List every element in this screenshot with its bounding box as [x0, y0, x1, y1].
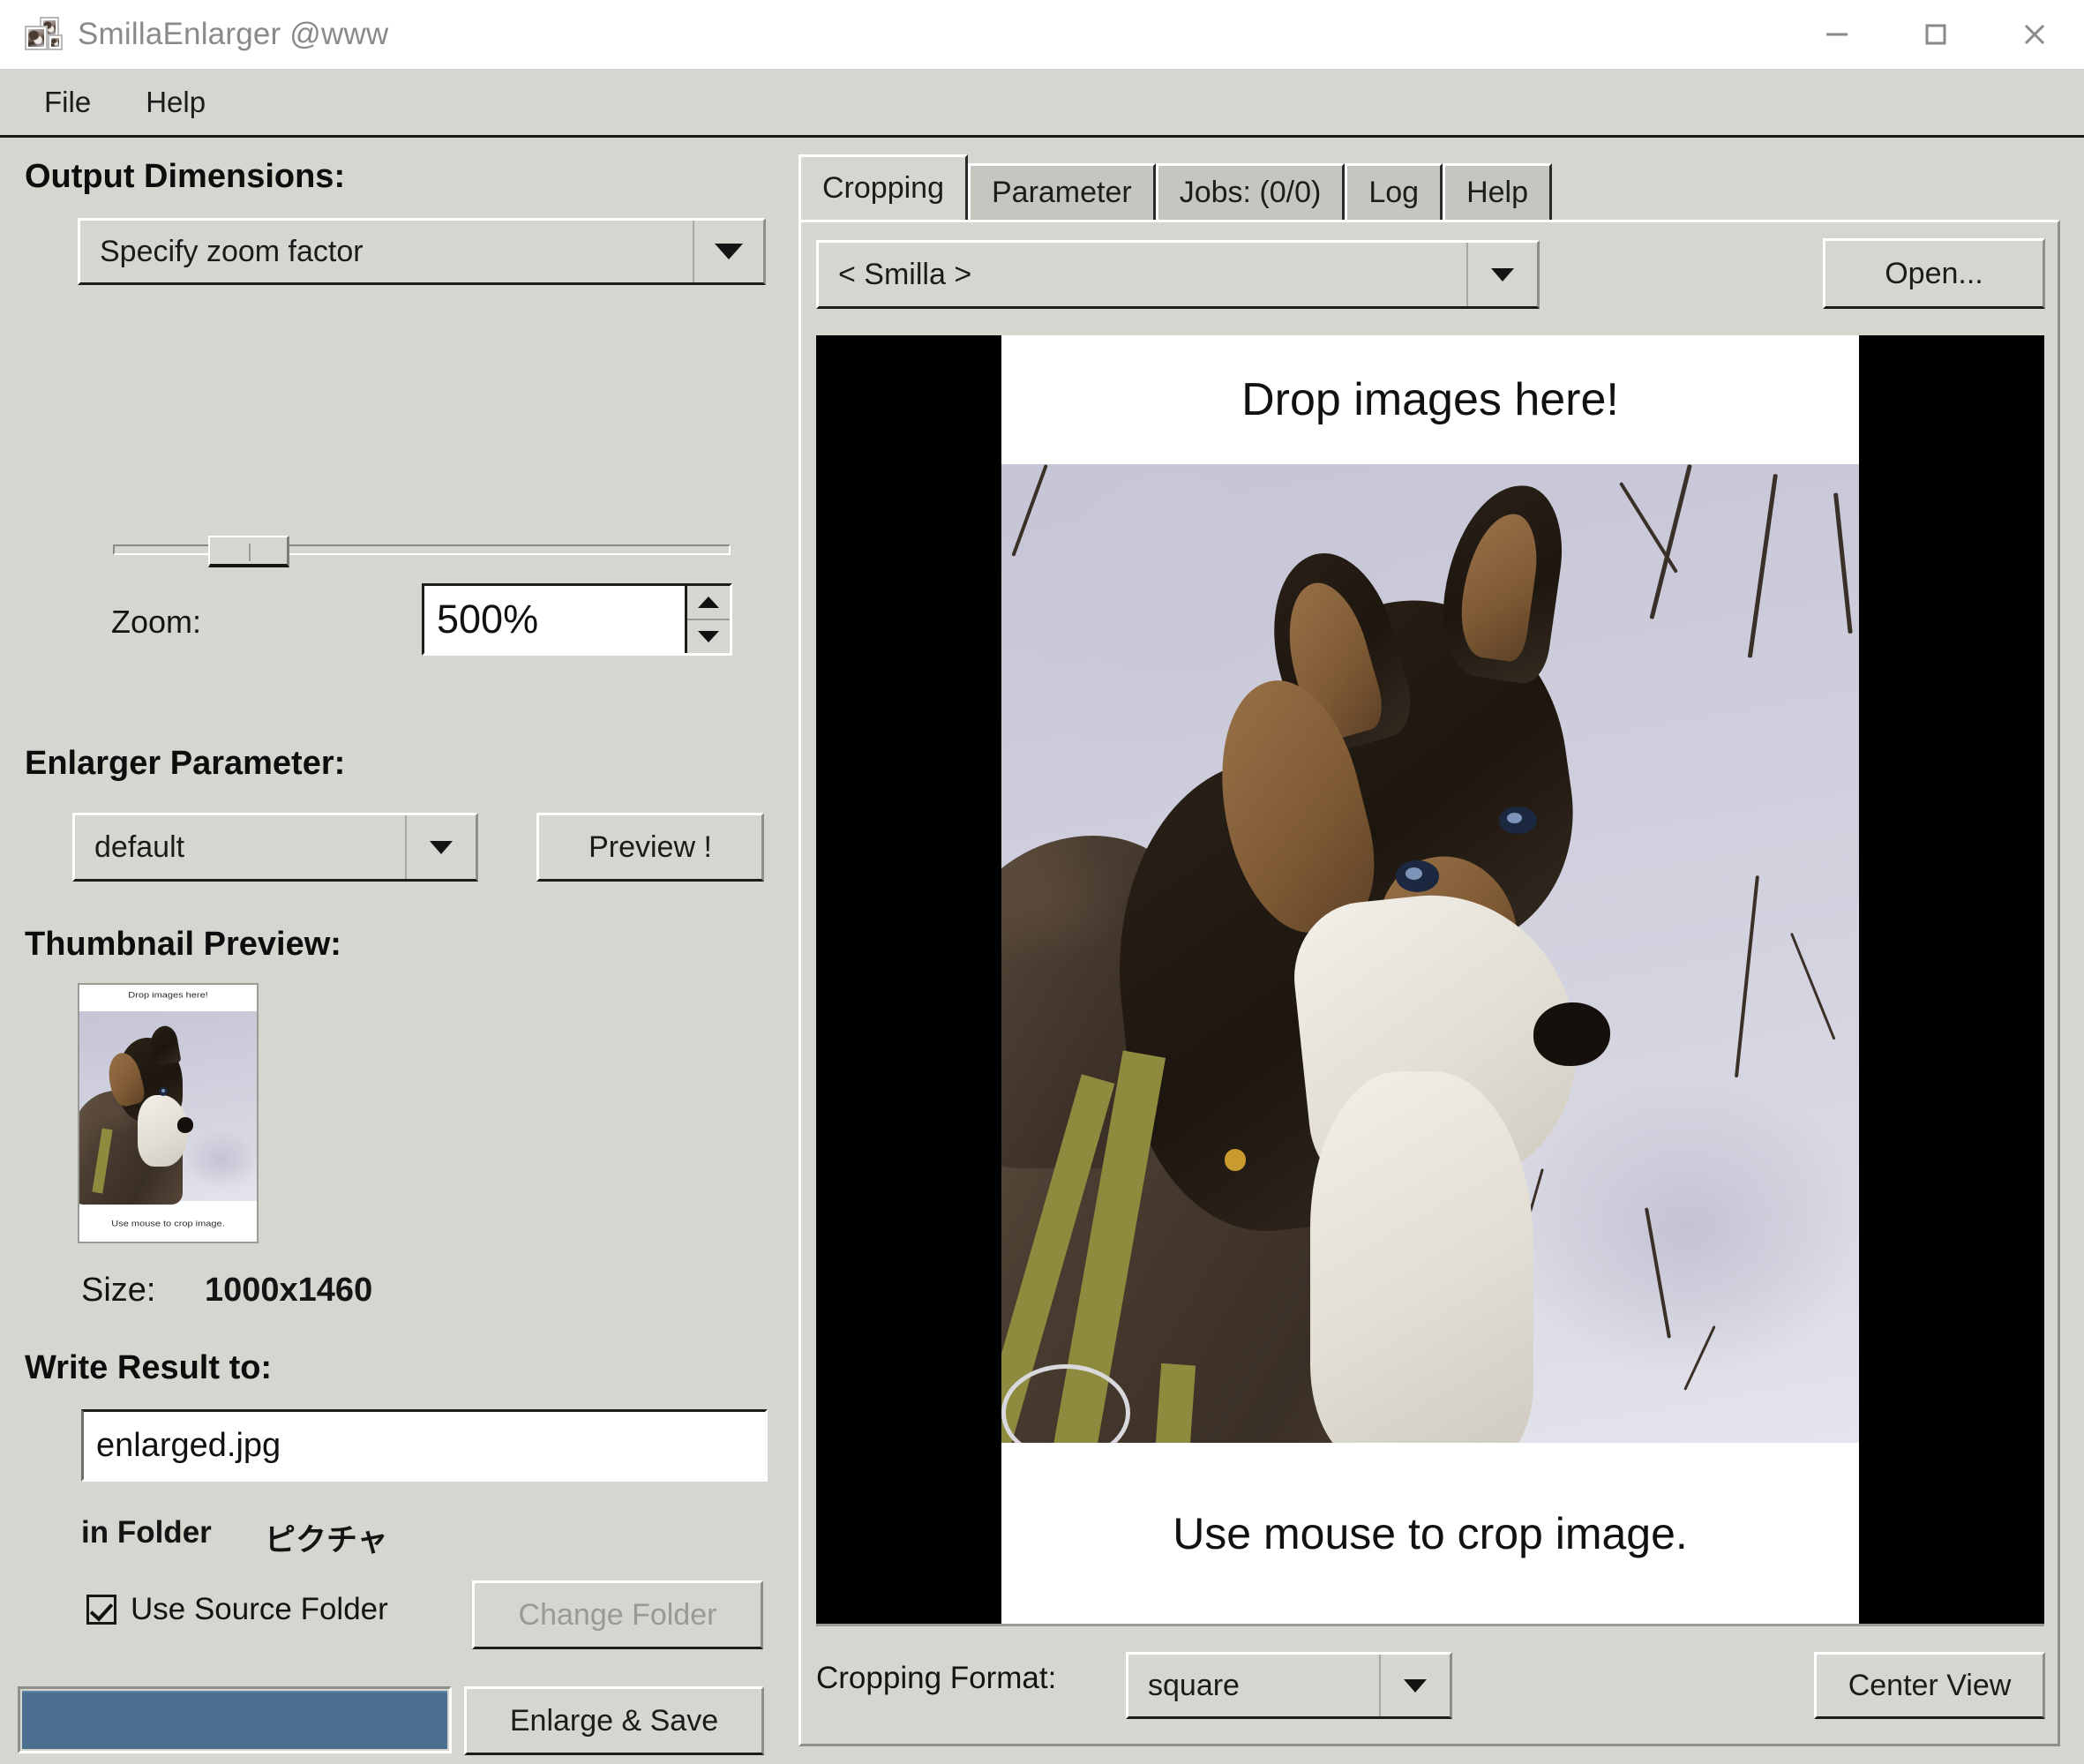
- menu-bar: File Help: [0, 69, 2084, 138]
- close-icon[interactable]: [1985, 0, 2084, 69]
- drop-images-caption: Drop images here!: [1001, 335, 1859, 464]
- cropping-format-combo[interactable]: square: [1126, 1652, 1452, 1719]
- use-source-folder-checkbox[interactable]: Use Source Folder: [86, 1592, 388, 1627]
- thumbnail-bottom-caption: Use mouse to crop image.: [111, 1220, 225, 1228]
- husky-photo: [1001, 464, 1859, 1443]
- enlarger-preset-value: default: [94, 829, 185, 864]
- crop-image-viewer[interactable]: Drop images here! Use mouse to crop imag…: [816, 335, 2044, 1626]
- progress-bar: [18, 1686, 452, 1753]
- zoom-spinbox[interactable]: 500%: [422, 583, 732, 656]
- image-canvas[interactable]: Drop images here! Use mouse to crop imag…: [1001, 335, 1859, 1624]
- open-button[interactable]: Open...: [1823, 238, 2045, 309]
- title-bar: SmillaEnlarger @www: [0, 0, 2084, 69]
- chevron-down-icon: [405, 815, 476, 879]
- thumbnail-photo: [79, 1011, 257, 1205]
- output-size-label: Size:: [81, 1272, 156, 1309]
- change-folder-button[interactable]: Change Folder: [472, 1580, 763, 1649]
- main-body: Output Dimensions: Specify zoom factor Z…: [0, 140, 2084, 1764]
- tab-bar: Cropping Parameter Jobs: (0/0) Log Help: [798, 154, 1553, 220]
- left-settings-pane: Output Dimensions: Specify zoom factor Z…: [0, 140, 776, 1764]
- window-controls: [1788, 0, 2084, 69]
- thumbnail-top-caption: Drop images here!: [128, 991, 208, 1000]
- maximize-icon[interactable]: [1886, 0, 1985, 69]
- zoom-spin-up-icon[interactable]: [687, 586, 730, 620]
- preview-button[interactable]: Preview !: [536, 813, 764, 882]
- source-image-value: < Smilla >: [838, 257, 972, 291]
- app-photos-stack-icon: [25, 17, 65, 52]
- output-mode-combo[interactable]: Specify zoom factor: [78, 218, 766, 285]
- use-source-folder-label: Use Source Folder: [131, 1592, 388, 1626]
- chevron-down-icon: [693, 221, 763, 282]
- enlarge-and-save-button[interactable]: Enlarge & Save: [464, 1686, 764, 1755]
- enlarger-preset-combo[interactable]: default: [72, 813, 478, 882]
- thumbnail-preview-heading: Thumbnail Preview:: [25, 926, 341, 963]
- zoom-label: Zoom:: [111, 604, 202, 640]
- zoom-spinner-buttons: [685, 586, 730, 653]
- zoom-slider-handle[interactable]: [208, 536, 289, 567]
- zoom-spin-down-icon[interactable]: [687, 620, 730, 653]
- chevron-down-icon: [1379, 1655, 1450, 1716]
- cropping-format-label: Cropping Format:: [816, 1661, 1057, 1695]
- menu-help[interactable]: Help: [130, 80, 221, 124]
- output-dimensions-heading: Output Dimensions:: [25, 158, 346, 195]
- tab-parameter[interactable]: Parameter: [967, 163, 1156, 220]
- menu-file[interactable]: File: [28, 80, 107, 124]
- output-mode-value: Specify zoom factor: [100, 234, 364, 268]
- zoom-value: 500%: [437, 597, 539, 642]
- use-mouse-to-crop-caption: Use mouse to crop image.: [1001, 1443, 1859, 1624]
- tab-jobs[interactable]: Jobs: (0/0): [1155, 163, 1346, 220]
- in-folder-label: in Folder: [81, 1515, 212, 1550]
- window-title: SmillaEnlarger @www: [78, 17, 389, 51]
- progress-bar-fill: [22, 1691, 447, 1749]
- zoom-slider-groove: [113, 544, 731, 555]
- cropping-format-value: square: [1148, 1668, 1240, 1702]
- source-image-combo[interactable]: < Smilla >: [816, 240, 1540, 309]
- thumbnail-preview-image[interactable]: Drop images here! Use mouse to crop imag…: [78, 983, 259, 1243]
- tab-log[interactable]: Log: [1345, 163, 1443, 220]
- output-filename-input[interactable]: enlarged.jpg: [81, 1409, 768, 1482]
- right-preview-pane: Cropping Parameter Jobs: (0/0) Log Help …: [782, 140, 2084, 1764]
- chevron-down-icon: [1466, 243, 1537, 306]
- smillaenlarger-window: SmillaEnlarger @www File Help Output Dim…: [0, 0, 2084, 1764]
- center-view-button[interactable]: Center View: [1814, 1652, 2045, 1719]
- checkbox-icon: [86, 1595, 116, 1625]
- tab-help[interactable]: Help: [1443, 163, 1553, 220]
- output-folder-value: ピクチャ: [265, 1523, 388, 1558]
- zoom-slider[interactable]: [113, 536, 731, 567]
- enlarger-parameter-heading: Enlarger Parameter:: [25, 745, 346, 782]
- cropping-tab-page: < Smilla > Open... Drop images here! Use…: [798, 220, 2060, 1746]
- tab-cropping[interactable]: Cropping: [798, 154, 968, 220]
- output-size-value: 1000x1460: [205, 1272, 373, 1309]
- output-filename-value: enlarged.jpg: [96, 1426, 281, 1464]
- minimize-icon[interactable]: [1788, 0, 1886, 69]
- write-result-heading: Write Result to:: [25, 1349, 273, 1386]
